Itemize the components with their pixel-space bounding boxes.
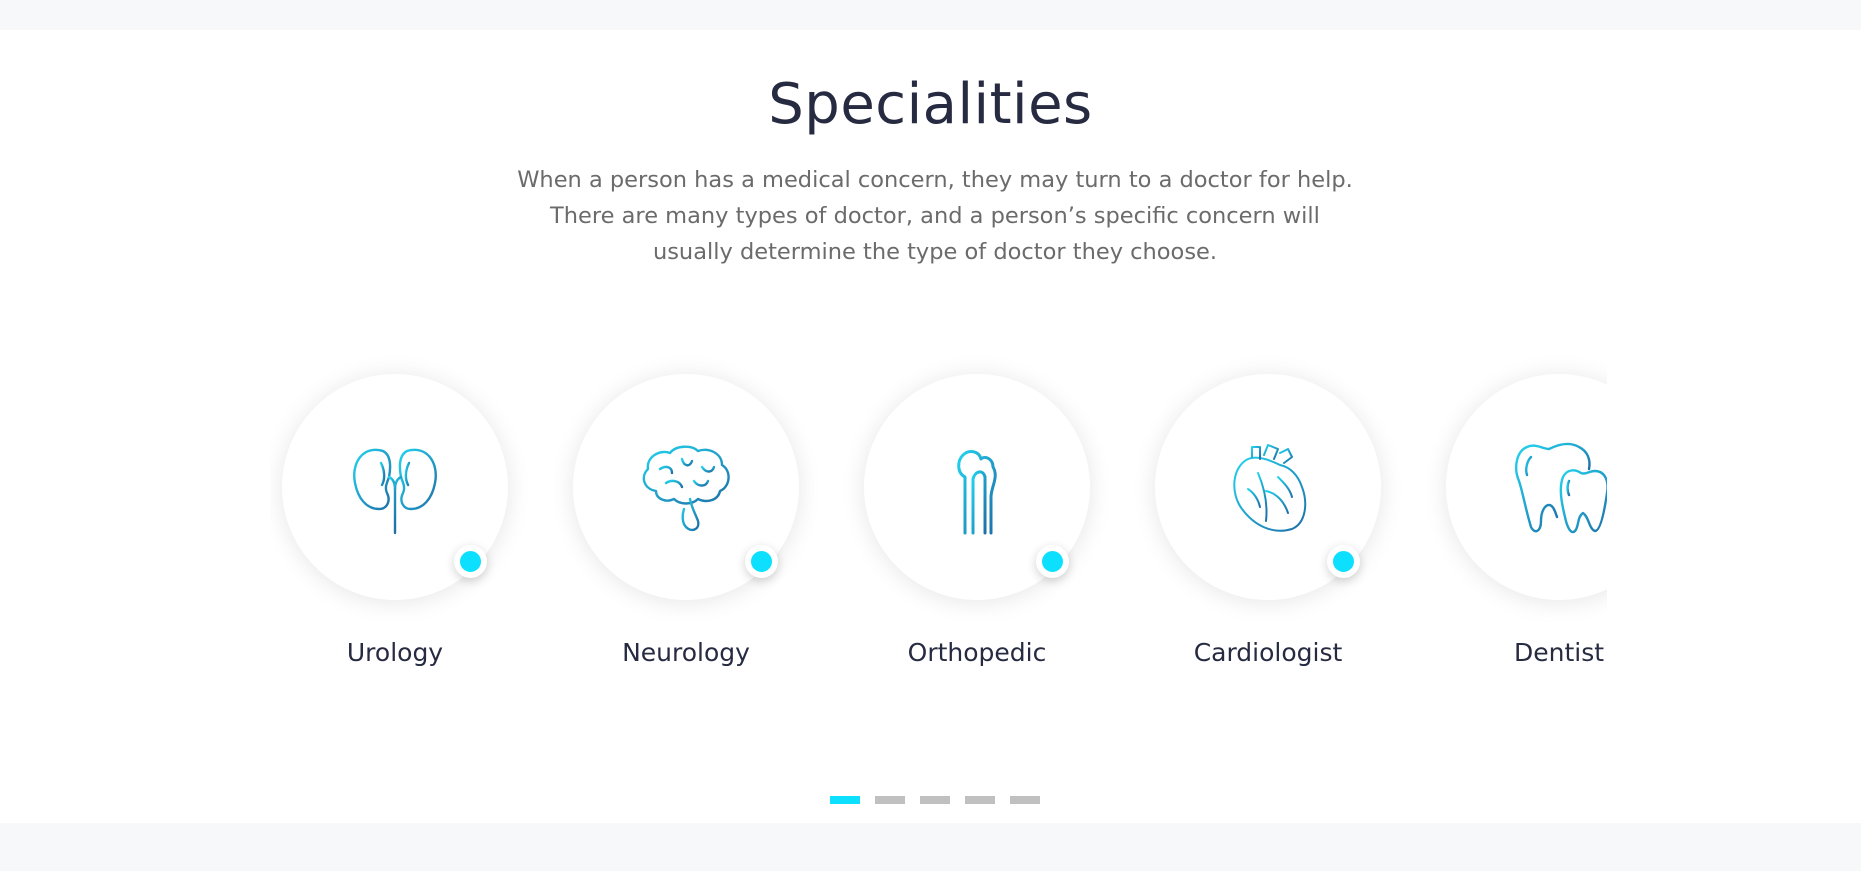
- heart-icon: [1233, 444, 1307, 532]
- teeth-icon: [1515, 442, 1607, 534]
- description-line: When a person has a medical concern, the…: [517, 167, 1353, 193]
- section-title: Specialities: [768, 72, 1093, 137]
- pagination-dot-1[interactable]: [830, 796, 860, 804]
- accent-dot: [1036, 545, 1069, 578]
- bone-icon: [957, 450, 997, 535]
- speciality-label[interactable]: Orthopedic: [864, 638, 1090, 667]
- description-line: usually determine the type of doctor the…: [652, 239, 1218, 265]
- pagination-dot-4[interactable]: [965, 796, 995, 804]
- speciality-circle[interactable]: [864, 374, 1090, 600]
- speciality-circle[interactable]: [282, 374, 508, 600]
- speciality-item-orthopedic[interactable]: Orthopedic: [864, 374, 1090, 667]
- kidneys-icon: [353, 448, 437, 535]
- speciality-item-cardiologist[interactable]: Cardiologist: [1155, 374, 1381, 667]
- section-description: When a person has a medical concern, the…: [460, 162, 1410, 270]
- specialities-carousel[interactable]: Urology Neurology Orthopedic Cardiologis…: [270, 350, 1607, 730]
- pagination-dot-2[interactable]: [875, 796, 905, 804]
- brain-icon: [642, 445, 730, 532]
- pagination-dot-3[interactable]: [920, 796, 950, 804]
- speciality-item-dentist[interactable]: Dentist: [1446, 374, 1607, 667]
- accent-dot: [454, 545, 487, 578]
- speciality-item-urology[interactable]: Urology: [282, 374, 508, 667]
- speciality-circle[interactable]: [1155, 374, 1381, 600]
- accent-dot: [1327, 545, 1360, 578]
- speciality-label[interactable]: Cardiologist: [1155, 638, 1381, 667]
- speciality-circle[interactable]: [1446, 374, 1607, 600]
- specialities-section: Specialities When a person has a medical…: [0, 30, 1861, 823]
- speciality-label[interactable]: Neurology: [573, 638, 799, 667]
- description-line: There are many types of doctor, and a pe…: [550, 203, 1320, 229]
- speciality-circle[interactable]: [573, 374, 799, 600]
- speciality-label[interactable]: Dentist: [1446, 638, 1607, 667]
- speciality-item-neurology[interactable]: Neurology: [573, 374, 799, 667]
- accent-dot: [745, 545, 778, 578]
- speciality-label[interactable]: Urology: [282, 638, 508, 667]
- pagination-dot-5[interactable]: [1010, 796, 1040, 804]
